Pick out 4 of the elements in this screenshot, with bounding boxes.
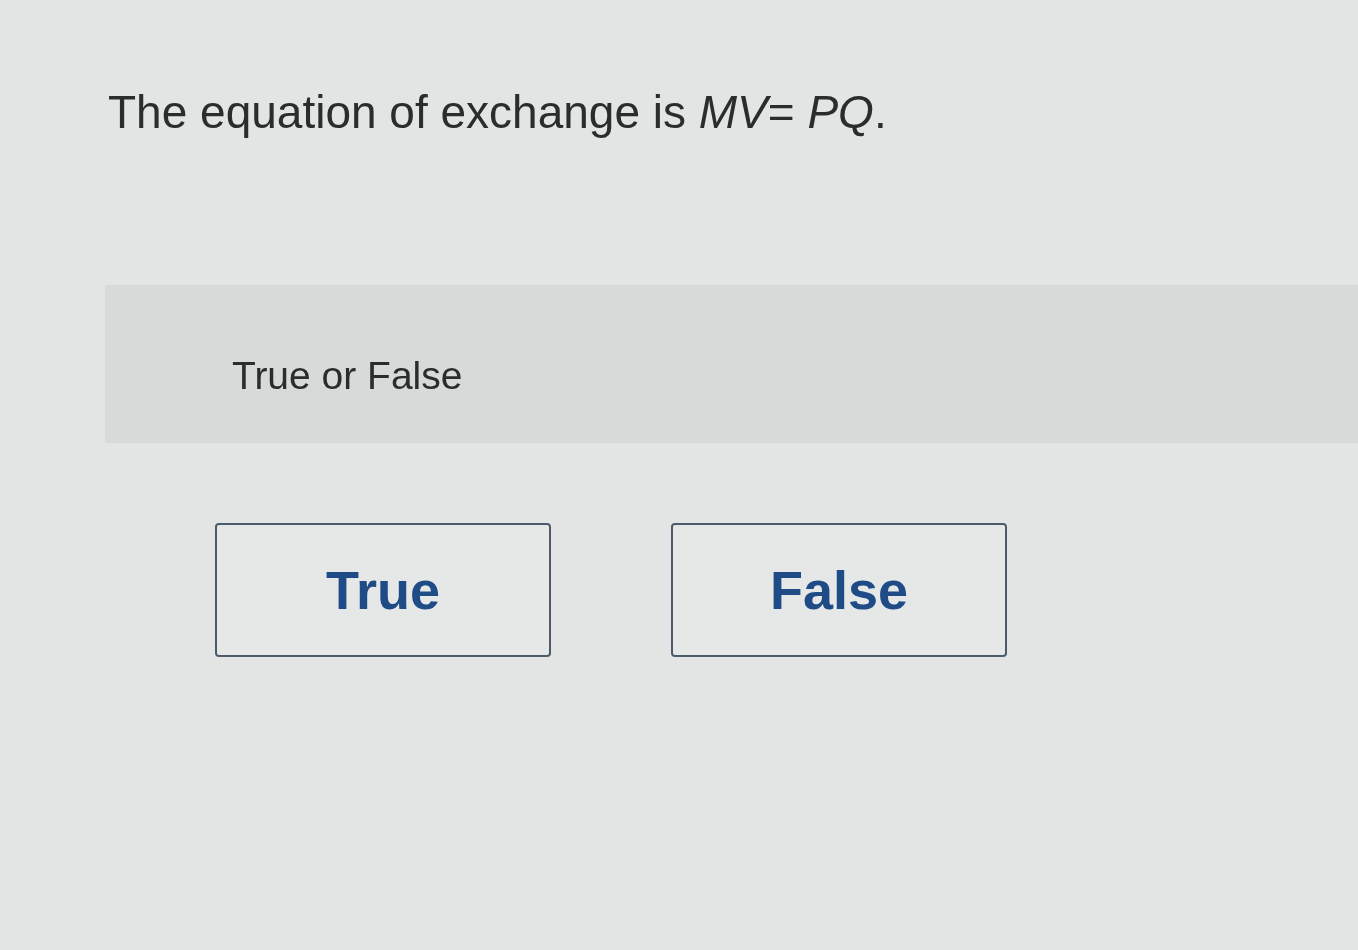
question-text: The equation of exchange is MV= PQ. — [108, 85, 887, 140]
prompt-text: True or False — [232, 354, 463, 397]
answer-option-button[interactable]: True — [215, 523, 551, 657]
answer-option-button[interactable]: False — [671, 523, 1007, 657]
